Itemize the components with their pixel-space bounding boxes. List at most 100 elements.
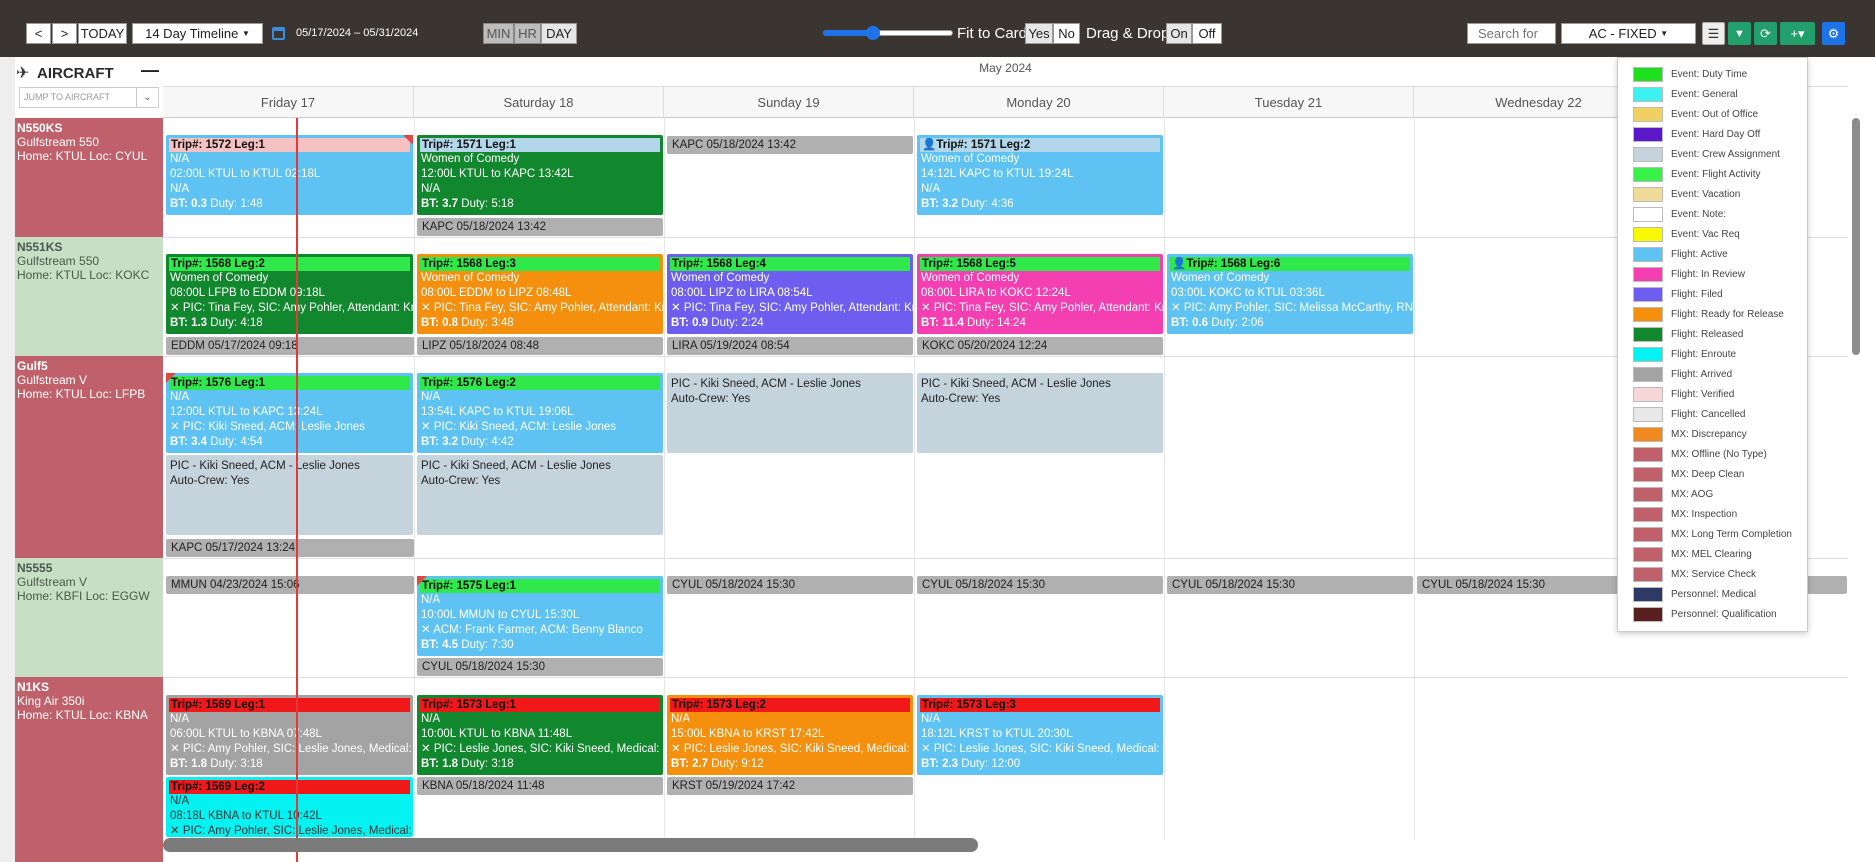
search-input[interactable] (1467, 23, 1556, 44)
flight-card[interactable]: Trip#: 1573 Leg:3 N/A 18:12L KRST to KTU… (917, 695, 1163, 775)
fit-no-button[interactable]: No (1053, 23, 1080, 44)
legend-label: MX: Inspection (1671, 508, 1738, 520)
flight-card[interactable]: Trip#: 1568 Leg:3 Women of Comedy 08:00L… (417, 254, 663, 334)
card-block-time: BT: 0.8 (421, 317, 459, 329)
crew-assignment-card[interactable]: PIC - Kiki Sneed, ACM - Leslie Jones Auto… (667, 373, 913, 453)
add-button[interactable]: +▾ (1780, 22, 1815, 45)
aircraft-home: Home: KTUL Loc: CYUL (17, 149, 148, 163)
flight-card[interactable]: Trip#: 1575 Leg:1 N/A 10:00L MMUN to CYU… (417, 576, 663, 656)
view-select[interactable]: 14 Day Timeline ▼ (132, 23, 263, 44)
flight-card[interactable]: 👤Trip#: 1568 Leg:6 Women of Comedy 03:00… (1167, 254, 1413, 334)
zoom-day-button[interactable]: DAY (541, 23, 577, 44)
legend-swatch (1633, 446, 1663, 462)
flight-card[interactable]: Trip#: 1569 Leg:2 N/A 08:18L KBNA to KTU… (166, 777, 413, 837)
calendar-icon[interactable] (272, 27, 285, 40)
card-route: 08:00L LIRA to KOKC 12:24L (921, 287, 1071, 299)
card-duty: Duty: 3:48 (461, 317, 514, 329)
flight-card[interactable]: Trip#: 1568 Leg:5 Women of Comedy 08:00L… (917, 254, 1163, 334)
flight-card[interactable]: Trip#: 1571 Leg:1 Women of Comedy 12:00L… (417, 135, 663, 215)
jump-to-aircraft-select[interactable]: JUMP TO AIRCRAFT ⌄ (19, 87, 159, 108)
card-line: N/A (921, 183, 941, 195)
legend-label: Flight: Filed (1671, 288, 1723, 300)
aircraft-home: Home: KTUL Loc: LFPB (17, 387, 146, 401)
flight-card[interactable]: Trip#: 1569 Leg:1 N/A 06:00L KTUL to KBN… (166, 695, 413, 775)
collapse-icon[interactable]: — (141, 60, 159, 81)
drag-on-button[interactable]: On (1166, 23, 1192, 44)
card-block-time: BT: 1.8 (421, 758, 459, 770)
zoom-min-button[interactable]: MIN (483, 23, 514, 44)
card-line: N/A (421, 391, 441, 403)
zoom-slider[interactable] (823, 26, 953, 40)
location-bar[interactable]: CYUL 05/18/2024 15:30 (417, 658, 663, 676)
settings-button[interactable]: ⚙ (1822, 22, 1845, 45)
chevron-left-icon: < (34, 26, 43, 41)
prev-button[interactable]: < (26, 23, 51, 44)
left-gutter (0, 57, 15, 862)
aircraft-row-label[interactable]: N1KS King Air 350i Home: KTUL Loc: KBNA (15, 677, 163, 862)
card-block-time: BT: 3.7 (421, 198, 459, 210)
location-bar[interactable]: CYUL 05/18/2024 15:30 (1167, 576, 1413, 594)
next-button[interactable]: > (52, 23, 77, 44)
location-bar[interactable]: KBNA 05/18/2024 11:48 (417, 777, 663, 795)
refresh-button[interactable]: ⟳ (1754, 22, 1777, 45)
card-route: 14:12L KAPC to KTUL 19:24L (921, 168, 1074, 180)
location-bar[interactable]: LIRA 05/19/2024 08:54 (667, 337, 913, 355)
fit-yes-button[interactable]: Yes (1025, 23, 1053, 44)
zoom-hr-label: HR (518, 26, 537, 41)
vertical-scrollbar[interactable] (1852, 118, 1860, 355)
flight-card[interactable]: Trip#: 1576 Leg:1 N/A 12:00L KTUL to KAP… (166, 373, 413, 453)
legend-item: Event: Vac Req (1633, 226, 1740, 242)
flight-card[interactable]: Trip#: 1576 Leg:2 N/A 13:54L KAPC to KTU… (417, 373, 663, 453)
crew-assignment-card[interactable]: PIC - Kiki Sneed, ACM - Leslie Jones Auto… (166, 455, 413, 535)
slider-handle[interactable] (866, 26, 880, 40)
drag-off-button[interactable]: Off (1192, 23, 1222, 44)
aircraft-row-label[interactable]: N551KS Gulfstream 550 Home: KTUL Loc: KOKC (15, 237, 163, 356)
zoom-hr-button[interactable]: HR (514, 23, 541, 44)
location-bar[interactable]: KOKC 05/20/2024 12:24 (917, 337, 1163, 355)
flight-card[interactable]: Trip#: 1568 Leg:4 Women of Comedy 08:00L… (667, 254, 913, 334)
trip-header: Trip#: 1576 Leg:2 (420, 376, 660, 390)
card-block-time: BT: 0.9 (671, 317, 709, 329)
flight-card[interactable]: Trip#: 1573 Leg:2 N/A 15:00L KBNA to KRS… (667, 695, 913, 775)
crew-assignment-card[interactable]: PIC - Kiki Sneed, ACM - Leslie Jones Auto… (917, 373, 1163, 453)
card-duty: Duty: 7:30 (461, 639, 514, 651)
location-bar[interactable]: KAPC 05/18/2024 13:42 (667, 136, 913, 154)
aircraft-row-label[interactable]: N5555 Gulfstream V Home: KBFI Loc: EGGW (15, 558, 163, 677)
flight-card[interactable]: Trip#: 1573 Leg:1 N/A 10:00L KTUL to KBN… (417, 695, 663, 775)
card-block-time: BT: 0.6 (1171, 317, 1209, 329)
legend-swatch (1633, 546, 1663, 562)
legend-item: Event: Note: (1633, 206, 1726, 222)
flight-card[interactable]: 👤Trip#: 1571 Leg:2 Women of Comedy 14:12… (917, 135, 1163, 215)
view-select-label: 14 Day Timeline (145, 26, 239, 41)
flight-card[interactable]: Trip#: 1568 Leg:2 Women of Comedy 08:00L… (166, 254, 413, 334)
location-bar[interactable]: CYUL 05/18/2024 15:30 (667, 576, 913, 594)
location-bar[interactable]: EDDM 05/17/2024 09:18 (166, 337, 414, 355)
crew-assignment-card[interactable]: PIC - Kiki Sneed, ACM - Leslie Jones Auto… (417, 455, 663, 535)
filter-button[interactable]: ▼ (1728, 22, 1751, 45)
location-bar[interactable]: CYUL 05/18/2024 15:30 (917, 576, 1163, 594)
date-range[interactable]: 05/17/2024 – 05/31/2024 (296, 27, 418, 39)
card-crew: ✕ PIC: Amy Pohler, SIC: Leslie Jones, Me… (170, 743, 413, 755)
card-duty: Duty: 5:18 (461, 198, 514, 210)
location-bar[interactable]: MMUN 04/23/2024 15:06 (166, 576, 414, 594)
location-bar[interactable]: KAPC 05/17/2024 13:24 (166, 539, 414, 557)
trip-header: Trip#: 1571 Leg:1 (420, 138, 660, 152)
location-bar[interactable]: KAPC 05/18/2024 13:42 (417, 218, 663, 236)
location-bar[interactable]: LIPZ 05/18/2024 08:48 (417, 337, 663, 355)
trip-header: Trip#: 1568 Leg:4 (670, 257, 910, 271)
legend-swatch (1633, 366, 1663, 382)
card-route: 06:00L KTUL to KBNA 07:48L (170, 728, 322, 740)
location-bar[interactable]: KRST 05/19/2024 17:42 (667, 777, 913, 795)
aircraft-row-label[interactable]: N550KS Gulfstream 550 Home: KTUL Loc: CYUL (15, 118, 163, 237)
auto-crew-line: Auto-Crew: Yes (671, 393, 751, 405)
flight-card[interactable]: Trip#: 1572 Leg:1 N/A 02:00L KTUL to KTU… (166, 135, 413, 215)
legend-label: Flight: Released (1671, 328, 1744, 340)
legend-item: MX: Service Check (1633, 566, 1756, 582)
aircraft-home: Home: KTUL Loc: KBNA (17, 708, 148, 722)
aircraft-row-label[interactable]: Gulf5 Gulfstream V Home: KTUL Loc: LFPB (15, 356, 163, 558)
legend-list-button[interactable]: ☰ (1702, 22, 1725, 45)
row-divider (163, 237, 1848, 238)
horizontal-scrollbar[interactable] (163, 838, 978, 852)
aircraft-filter-select[interactable]: AC - FIXED ▼ (1561, 23, 1696, 44)
today-button[interactable]: TODAY (78, 23, 127, 44)
